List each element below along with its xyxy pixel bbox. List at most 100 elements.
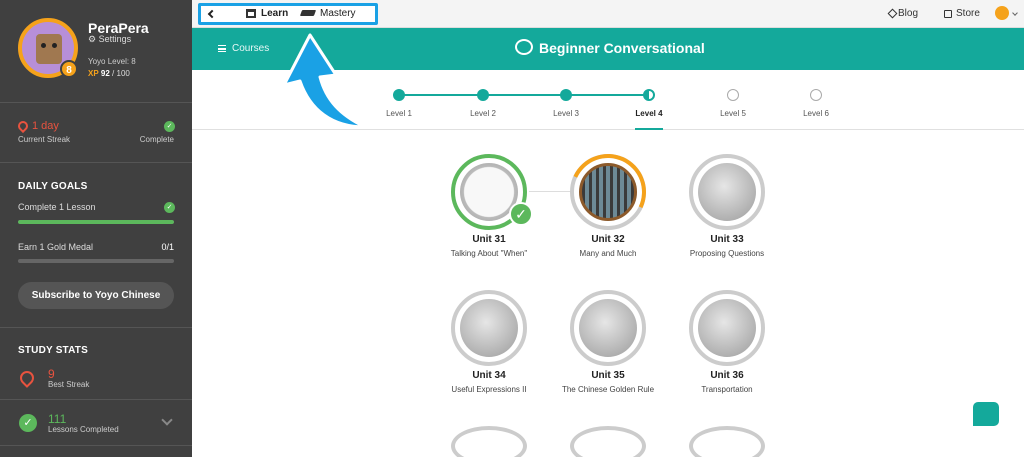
study-stats-title: STUDY STATS	[18, 345, 88, 356]
best-streak-label: Best Streak	[48, 380, 90, 389]
unit-title: Unit 32	[591, 234, 625, 245]
unit-ring	[559, 143, 657, 241]
unit-image	[460, 299, 518, 357]
level-3-label[interactable]: Level 3	[541, 109, 591, 118]
daily-goals-title: DAILY GOALS	[18, 181, 88, 192]
streak-label: Current Streak	[18, 135, 71, 144]
goal-progress-bar	[18, 220, 174, 224]
goal-progress-fill	[18, 220, 174, 224]
level-4-dot[interactable]	[643, 89, 655, 101]
unit-title: Unit 36	[710, 370, 744, 381]
unit-ring	[451, 290, 527, 366]
course-title: Beginner Conversational	[539, 40, 705, 56]
unit-subtitle: Talking About "When"	[450, 249, 528, 258]
book-icon	[246, 9, 256, 18]
unit-image	[698, 163, 756, 221]
level-1-dot[interactable]	[393, 89, 405, 101]
unit-title: Unit 35	[591, 370, 625, 381]
unit-ring-partial	[689, 426, 765, 457]
annotation-arrow-icon	[282, 33, 367, 129]
divider	[0, 399, 192, 400]
unit-ring	[689, 154, 765, 230]
xp-max: / 100	[112, 69, 130, 78]
blog-link[interactable]: Blog	[898, 8, 918, 19]
unit-subtitle: Transportation	[701, 385, 753, 394]
level-4-label[interactable]: Level 4	[624, 109, 674, 118]
yoyo-level: Yoyo Level: 8	[88, 57, 136, 66]
divider	[0, 102, 192, 103]
hamburger-icon[interactable]	[218, 45, 226, 52]
user-menu-icon[interactable]	[995, 6, 1009, 20]
app-root: 8 PeraPera ⚙ Settings Yoyo Level: 8 XP 9…	[0, 0, 1024, 457]
divider	[0, 445, 192, 446]
level-6-label[interactable]: Level 6	[791, 109, 841, 118]
fire-icon	[15, 118, 31, 134]
chat-icon[interactable]	[973, 402, 999, 426]
best-streak-value: 9	[48, 367, 55, 381]
unit-ring-partial	[451, 426, 527, 457]
streak-status: Complete	[139, 135, 174, 144]
level-3-dot[interactable]	[560, 89, 572, 101]
level-2-dot[interactable]	[477, 89, 489, 101]
store-link[interactable]: Store	[956, 8, 980, 19]
level-5-dot[interactable]	[727, 89, 739, 101]
settings-link[interactable]: ⚙ Settings	[88, 34, 131, 45]
unit-subtitle: Many and Much	[579, 249, 637, 258]
goal-count: 0/1	[161, 242, 174, 252]
unit-card[interactable]: ✓ Unit 31 Talking About "When"	[439, 154, 539, 258]
unit-title: Unit 33	[710, 234, 744, 245]
subscribe-button[interactable]: Subscribe to Yoyo Chinese	[18, 282, 174, 309]
level-6-dot[interactable]	[810, 89, 822, 101]
bag-icon	[944, 10, 952, 18]
unit-ring: ✓	[451, 154, 533, 230]
active-level-underline	[635, 128, 663, 130]
lessons-completed-value: 111	[48, 412, 67, 426]
avatar-eye-right	[52, 43, 57, 48]
check-icon: ✓	[164, 121, 175, 132]
profile-panel: 8 PeraPera ⚙ Settings Yoyo Level: 8 XP 9…	[0, 0, 192, 100]
unit-subtitle: Proposing Questions	[689, 249, 765, 258]
unit-card[interactable]: Unit 33 Proposing Questions	[677, 154, 777, 258]
level-5-label[interactable]: Level 5	[708, 109, 758, 118]
divider	[0, 162, 192, 163]
unit-card[interactable]: Unit 32 Many and Much	[558, 143, 658, 258]
avatar-level-badge: 8	[60, 60, 78, 78]
xp-readout: XP 92 / 100	[88, 69, 130, 78]
streak-panel: 1 day Current Streak ✓ Complete	[0, 112, 192, 152]
xp-tag: XP	[88, 69, 99, 78]
chat-bubble-icon	[515, 39, 533, 55]
lessons-completed-label: Lessons Completed	[48, 425, 119, 434]
level-1-label[interactable]: Level 1	[374, 109, 424, 118]
chevron-down-icon[interactable]	[161, 414, 173, 426]
sidebar: 8 PeraPera ⚙ Settings Yoyo Level: 8 XP 9…	[0, 0, 192, 457]
unit-title: Unit 31	[472, 234, 506, 245]
unit-ring	[689, 290, 765, 366]
courses-button[interactable]: Courses	[232, 43, 269, 54]
settings-label: Settings	[98, 34, 132, 44]
chevron-down-icon[interactable]	[1012, 10, 1018, 16]
streak-value: 1 day	[32, 120, 59, 132]
stepper-line	[399, 94, 649, 96]
unit-image	[698, 299, 756, 357]
unit-subtitle: The Chinese Golden Rule	[561, 385, 655, 394]
unit-card[interactable]: Unit 34 Useful Expressions II	[439, 290, 539, 394]
xp-value: 92	[100, 69, 110, 78]
fire-icon	[17, 368, 37, 388]
level-2-label[interactable]: Level 2	[458, 109, 508, 118]
unit-card[interactable]: Unit 36 Transportation	[677, 290, 777, 394]
divider	[0, 327, 192, 328]
unit-image	[579, 299, 637, 357]
goal-label: Complete 1 Lesson	[18, 202, 96, 212]
goal-progress-bar	[18, 259, 174, 263]
unit-title: Unit 34	[472, 370, 506, 381]
abacus-image	[579, 163, 637, 221]
pen-icon	[887, 8, 898, 19]
goal-label: Earn 1 Gold Medal	[18, 242, 94, 252]
avatar-eye-left	[41, 43, 46, 48]
check-circle-icon: ✓	[19, 414, 37, 432]
check-icon: ✓	[164, 202, 175, 213]
chevron-left-icon[interactable]	[207, 9, 217, 19]
unit-card[interactable]: Unit 35 The Chinese Golden Rule	[558, 290, 658, 394]
unit-subtitle: Useful Expressions II	[451, 385, 527, 394]
avatar-image	[36, 34, 62, 64]
